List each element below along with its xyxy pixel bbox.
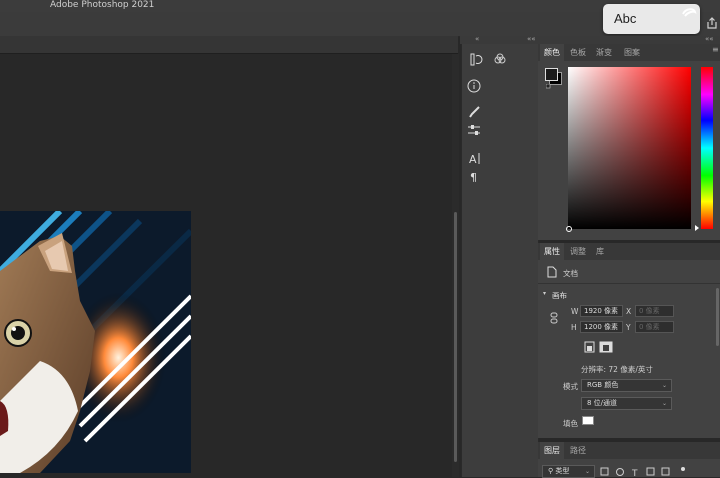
hue-slider-marker[interactable] <box>695 225 699 231</box>
tab-color[interactable]: 颜色 <box>540 44 564 61</box>
document-tab-bar[interactable] <box>0 36 458 54</box>
properties-scrollbar-thumb[interactable] <box>716 288 719 346</box>
collapse-left-button[interactable]: « <box>475 35 479 43</box>
brush-settings-icon[interactable] <box>464 104 484 120</box>
canvas-scrollbar-thumb[interactable] <box>454 212 457 462</box>
canvas-section-title: 画布 <box>552 291 567 300</box>
tab-properties[interactable]: 属性 <box>540 243 564 260</box>
swatches-cluster-icon[interactable] <box>492 52 508 66</box>
height-label: H <box>571 323 577 332</box>
color-field[interactable] <box>568 67 691 229</box>
landscape-orientation-icon[interactable] <box>599 341 613 353</box>
history-icon[interactable] <box>464 52 484 68</box>
tab-patterns[interactable]: 图案 <box>620 44 644 61</box>
app-title: Adobe Photoshop 2021 <box>50 0 155 10</box>
search-icon: ⚲ <box>548 467 554 475</box>
divider <box>538 283 720 284</box>
svg-text:A: A <box>469 153 477 166</box>
character-icon[interactable]: A <box>464 150 484 166</box>
panel-mid-strip <box>488 44 539 477</box>
resolution-text: 分辨率: 72 像素/英寸 <box>581 365 653 374</box>
fill-color-swatch[interactable] <box>582 416 594 425</box>
tab-gradients[interactable]: 渐变 <box>592 44 616 61</box>
y-label: Y <box>626 323 631 332</box>
brush-watermark-icon <box>682 8 697 17</box>
layer-filter-icons[interactable]: T <box>599 467 689 477</box>
document-label: 文档 <box>563 269 578 278</box>
mode-dropdown[interactable]: RGB 颜色 ⌄ <box>581 379 672 392</box>
color-picker-handle[interactable] <box>566 226 572 232</box>
link-dimensions-icon[interactable] <box>550 312 558 324</box>
tab-swatches[interactable]: 色板 <box>566 44 590 61</box>
layer-filter-value: 类型 <box>555 467 570 475</box>
section-expand-icon[interactable]: ▾ <box>543 290 546 297</box>
default-colors-icon[interactable] <box>546 84 554 90</box>
svg-text:T: T <box>631 469 638 477</box>
height-field[interactable]: 1200 像素 <box>580 321 623 333</box>
width-label: W <box>571 307 579 316</box>
foreground-color-swatch[interactable] <box>545 68 558 81</box>
document-icon <box>547 266 557 278</box>
layer-filter-dropdown[interactable]: ⚲ 类型 ⌄ <box>542 465 595 478</box>
tab-layers[interactable]: 图层 <box>540 442 564 459</box>
adjust-sliders-icon[interactable] <box>464 122 484 138</box>
text-preview-label: Abc <box>614 11 637 26</box>
tab-paths[interactable]: 路径 <box>566 442 590 459</box>
panel-menu-icon[interactable]: ≡ <box>712 45 719 54</box>
mode-label: 模式 <box>563 382 578 391</box>
panel-dock-header <box>460 36 720 44</box>
canvas-image-cat[interactable] <box>0 211 191 473</box>
bit-depth-dropdown-value: 8 位/通道 <box>587 399 618 407</box>
x-field[interactable]: 0 像素 <box>635 305 674 317</box>
hue-slider[interactable] <box>701 67 713 229</box>
chevron-down-icon: ⌄ <box>661 382 667 389</box>
collapse-right-button[interactable]: «« <box>705 35 714 43</box>
tab-adjustments[interactable]: 调整 <box>566 243 590 260</box>
y-field[interactable]: 0 像素 <box>635 321 674 333</box>
chevron-down-icon: ⌄ <box>584 468 590 475</box>
mode-dropdown-value: RGB 颜色 <box>587 381 619 389</box>
collapse-mid-button[interactable]: «« <box>527 35 536 43</box>
fill-label: 填色 <box>563 419 578 428</box>
width-field[interactable]: 1920 像素 <box>580 305 623 317</box>
x-label: X <box>626 307 632 316</box>
tab-libraries[interactable]: 库 <box>592 243 608 260</box>
svg-text:¶: ¶ <box>470 171 477 184</box>
paragraph-icon[interactable]: ¶ <box>464 168 484 184</box>
chevron-down-icon: ⌄ <box>661 400 667 407</box>
share-icon[interactable] <box>706 17 718 29</box>
portrait-orientation-icon[interactable] <box>584 341 595 353</box>
bit-depth-dropdown[interactable]: 8 位/通道 ⌄ <box>581 397 672 410</box>
info-icon[interactable] <box>464 78 484 94</box>
